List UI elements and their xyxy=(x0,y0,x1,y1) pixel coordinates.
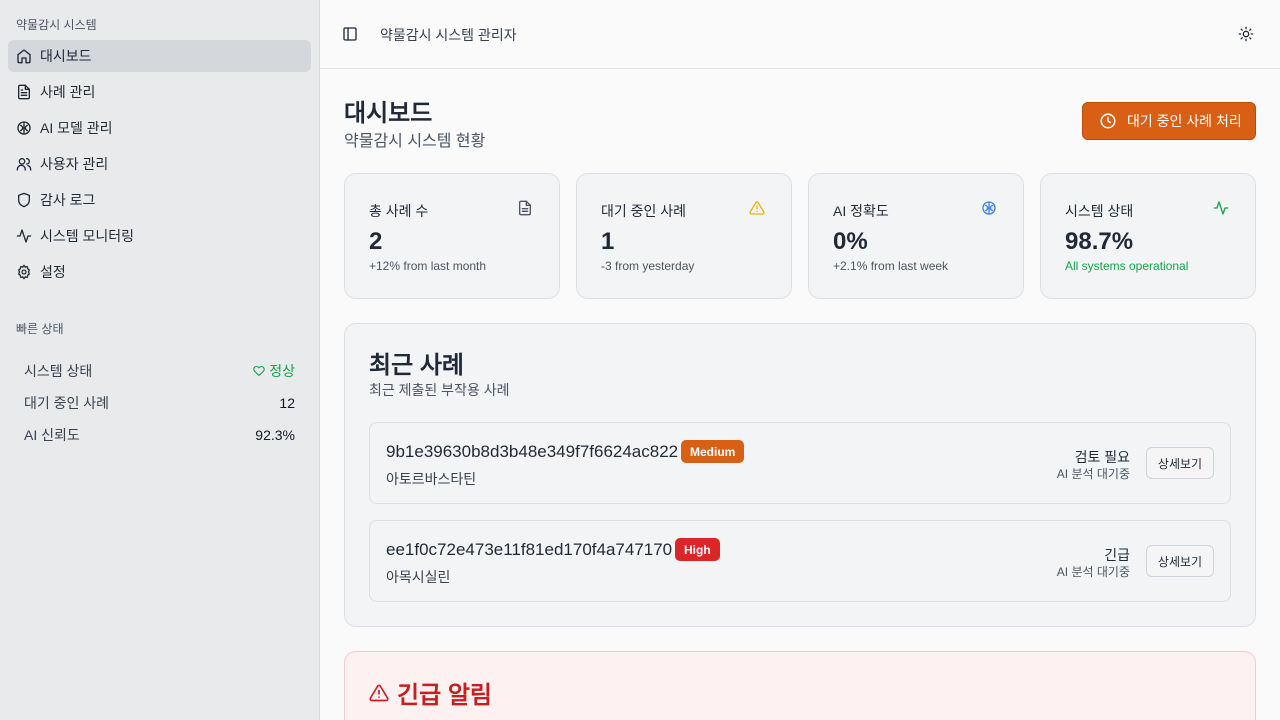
sun-icon[interactable] xyxy=(1236,24,1256,44)
quick-status-label: 대기 중인 사례 xyxy=(24,395,110,411)
activity-icon xyxy=(1213,200,1231,218)
header-title: 약물감시 시스템 관리자 xyxy=(380,27,517,43)
document-icon xyxy=(517,200,535,218)
case-status: 긴급 xyxy=(1104,547,1130,563)
sidebar-toggle-icon[interactable] xyxy=(340,24,360,44)
quick-status-system: 시스템 상태 정상 xyxy=(24,361,295,381)
stat-label: 시스템 상태 xyxy=(1065,203,1134,219)
case-row[interactable]: ee1f0c72e473e11f81ed170f4a747170 High 아목… xyxy=(369,520,1231,602)
sidebar: 약물감시 시스템 대시보드 사례 관리 AI 모델 관리 사용자 관리 감사 로… xyxy=(0,0,320,720)
quick-status-pending: 대기 중인 사례 12 xyxy=(24,393,295,413)
stat-note: All systems operational xyxy=(1065,259,1189,273)
gear-icon xyxy=(16,264,32,280)
case-row[interactable]: 9b1e39630b8d3b48e349f7f6624ac822 Medium … xyxy=(369,422,1231,504)
severity-badge: Medium xyxy=(681,440,745,463)
sidebar-item-label: 시스템 모니터링 xyxy=(40,228,135,244)
sidebar-item-users[interactable]: 사용자 관리 xyxy=(8,148,311,180)
sidebar-item-label: AI 모델 관리 xyxy=(40,120,113,136)
quick-status-label: 시스템 상태 xyxy=(24,363,93,379)
quick-status-ai-confidence: AI 신뢰도 92.3% xyxy=(24,425,295,445)
case-id: ee1f0c72e473e11f81ed170f4a747170 xyxy=(386,540,673,559)
stat-label: 총 사례 수 xyxy=(369,203,429,219)
brain-icon xyxy=(981,200,999,218)
warning-icon xyxy=(749,200,767,218)
case-drug: 아목시실린 xyxy=(386,569,451,585)
stat-note: -3 from yesterday xyxy=(601,259,695,273)
activity-icon xyxy=(16,228,32,244)
stat-value: 0% xyxy=(833,228,868,255)
heart-icon xyxy=(253,365,265,377)
stat-card-system-status: 시스템 상태 98.7% All systems operational xyxy=(1040,173,1256,299)
urgent-alerts-panel: 긴급 알림 xyxy=(344,651,1256,720)
stat-note: +12% from last month xyxy=(369,259,487,273)
stat-value: 98.7% xyxy=(1065,228,1134,255)
process-pending-label: 대기 중인 사례 처리 xyxy=(1127,113,1242,129)
page-subtitle: 약물감시 시스템 현황 xyxy=(344,133,486,150)
users-icon xyxy=(16,156,32,172)
stat-card-pending-cases: 대기 중인 사례 1 -3 from yesterday xyxy=(576,173,792,299)
stat-value: 2 xyxy=(369,228,383,255)
stat-card-ai-accuracy: AI 정확도 0% +2.1% from last week xyxy=(808,173,1024,299)
sidebar-item-label: 사용자 관리 xyxy=(40,156,109,172)
sidebar-item-label: 감사 로그 xyxy=(40,192,96,208)
sidebar-app-title: 약물감시 시스템 xyxy=(16,18,97,32)
quick-status-value: 정상 xyxy=(269,363,295,379)
stat-label: 대기 중인 사례 xyxy=(601,203,687,219)
top-bar: 약물감시 시스템 관리자 xyxy=(320,0,1280,69)
sidebar-item-label: 사례 관리 xyxy=(40,84,96,100)
quick-status-value: 92.3% xyxy=(255,427,295,443)
stat-note: +2.1% from last week xyxy=(833,259,949,273)
clock-icon xyxy=(1099,112,1117,130)
sidebar-item-settings[interactable]: 설정 xyxy=(8,256,311,288)
sidebar-item-audit-log[interactable]: 감사 로그 xyxy=(8,184,311,216)
view-details-button[interactable]: 상세보기 xyxy=(1146,447,1214,479)
quick-status-value: 12 xyxy=(279,395,295,411)
warning-icon xyxy=(369,683,389,703)
quick-status-label: AI 신뢰도 xyxy=(24,427,80,443)
urgent-alerts-title: 긴급 알림 xyxy=(369,675,492,710)
case-ai-status: AI 분석 대기중 xyxy=(1056,565,1130,579)
brain-icon xyxy=(16,120,32,136)
stat-value: 1 xyxy=(601,228,615,255)
home-icon xyxy=(16,48,32,64)
shield-icon xyxy=(16,192,32,208)
urgent-alerts-label: 긴급 알림 xyxy=(397,682,492,709)
sidebar-item-dashboard[interactable]: 대시보드 xyxy=(8,40,311,72)
process-pending-button[interactable]: 대기 중인 사례 처리 xyxy=(1082,102,1256,140)
sidebar-item-cases[interactable]: 사례 관리 xyxy=(8,76,311,108)
case-drug: 아토르바스타틴 xyxy=(386,471,477,487)
stat-card-total-cases: 총 사례 수 2 +12% from last month xyxy=(344,173,560,299)
recent-cases-panel: 최근 사례 최근 제출된 부작용 사례 9b1e39630b8d3b48e349… xyxy=(344,323,1256,627)
quick-status-label: 빠른 상태 xyxy=(16,322,64,336)
case-id: 9b1e39630b8d3b48e349f7f6624ac822 xyxy=(386,442,679,461)
file-icon xyxy=(16,84,32,100)
recent-cases-title: 최근 사례 xyxy=(369,352,464,379)
sidebar-item-monitoring[interactable]: 시스템 모니터링 xyxy=(8,220,311,252)
case-ai-status: AI 분석 대기중 xyxy=(1056,467,1130,481)
case-status: 검토 필요 xyxy=(1074,449,1130,465)
page-title: 대시보드 xyxy=(344,100,433,127)
stat-label: AI 정확도 xyxy=(833,203,889,219)
recent-cases-subtitle: 최근 제출된 부작용 사례 xyxy=(369,382,510,398)
view-details-button[interactable]: 상세보기 xyxy=(1146,545,1214,577)
severity-badge: High xyxy=(675,538,720,561)
sidebar-item-label: 대시보드 xyxy=(40,48,92,64)
sidebar-item-ai-models[interactable]: AI 모델 관리 xyxy=(8,112,311,144)
sidebar-item-label: 설정 xyxy=(40,264,66,280)
